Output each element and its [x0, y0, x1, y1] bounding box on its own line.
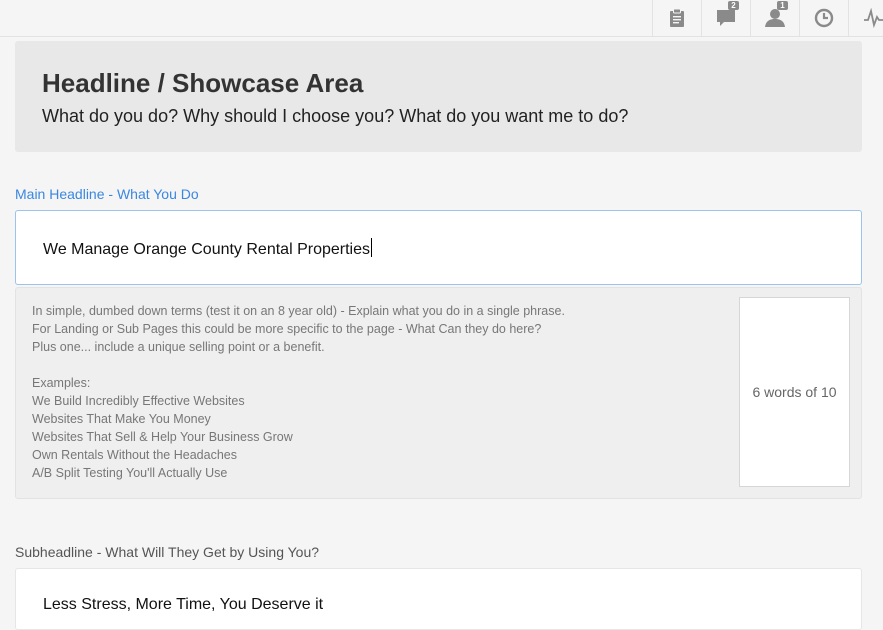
- main-headline-label: Main Headline - What You Do: [15, 186, 199, 202]
- help-line: In simple, dumbed down terms (test it on…: [32, 304, 565, 318]
- top-toolbar: 2 1: [0, 0, 883, 37]
- word-counter: 6 words of 10: [739, 297, 850, 487]
- help-line: A/B Split Testing You'll Actually Use: [32, 466, 228, 480]
- help-line: Plus one... include a unique selling poi…: [32, 340, 325, 354]
- clipboard-icon: [670, 8, 684, 27]
- subheadline-label: Subheadline - What Will They Get by Usin…: [15, 544, 320, 560]
- activity-icon: [864, 8, 883, 28]
- toolbar-user-button[interactable]: 1: [750, 0, 799, 36]
- help-line: We Build Incredibly Effective Websites: [32, 394, 245, 408]
- main-headline-value: We Manage Orange County Rental Propertie…: [43, 238, 372, 259]
- user-icon: [765, 9, 785, 27]
- toolbar-clock-button[interactable]: [799, 0, 848, 36]
- help-line: Websites That Make You Money: [32, 412, 211, 426]
- clock-icon: [814, 8, 834, 28]
- help-line: Own Rentals Without the Headaches: [32, 448, 237, 462]
- subheadline-value: Less Stress, More Time, You Deserve it: [43, 596, 324, 613]
- page-subtitle: What do you do? Why should I choose you?…: [42, 106, 629, 126]
- main-headline-input[interactable]: We Manage Orange County Rental Propertie…: [15, 210, 862, 285]
- toolbar-clipboard-button[interactable]: [652, 0, 701, 36]
- comment-icon: [717, 10, 735, 26]
- text-caret: [371, 238, 372, 257]
- help-line: Examples:: [32, 376, 91, 390]
- comments-badge: 2: [728, 1, 739, 10]
- page-title: Headline / Showcase Area: [42, 68, 364, 98]
- help-line: For Landing or Sub Pages this could be m…: [32, 322, 542, 336]
- showcase-header: Headline / Showcase Area What do you do?…: [15, 41, 862, 152]
- toolbar-comments-button[interactable]: 2: [701, 0, 750, 36]
- user-badge: 1: [777, 1, 788, 10]
- help-line: Websites That Sell & Help Your Business …: [32, 430, 293, 444]
- help-text: In simple, dumbed down terms (test it on…: [32, 302, 565, 482]
- toolbar-activity-button[interactable]: [848, 0, 883, 36]
- help-panel: In simple, dumbed down terms (test it on…: [15, 287, 862, 499]
- help-line: [32, 356, 565, 374]
- subheadline-input[interactable]: Less Stress, More Time, You Deserve it: [15, 568, 862, 630]
